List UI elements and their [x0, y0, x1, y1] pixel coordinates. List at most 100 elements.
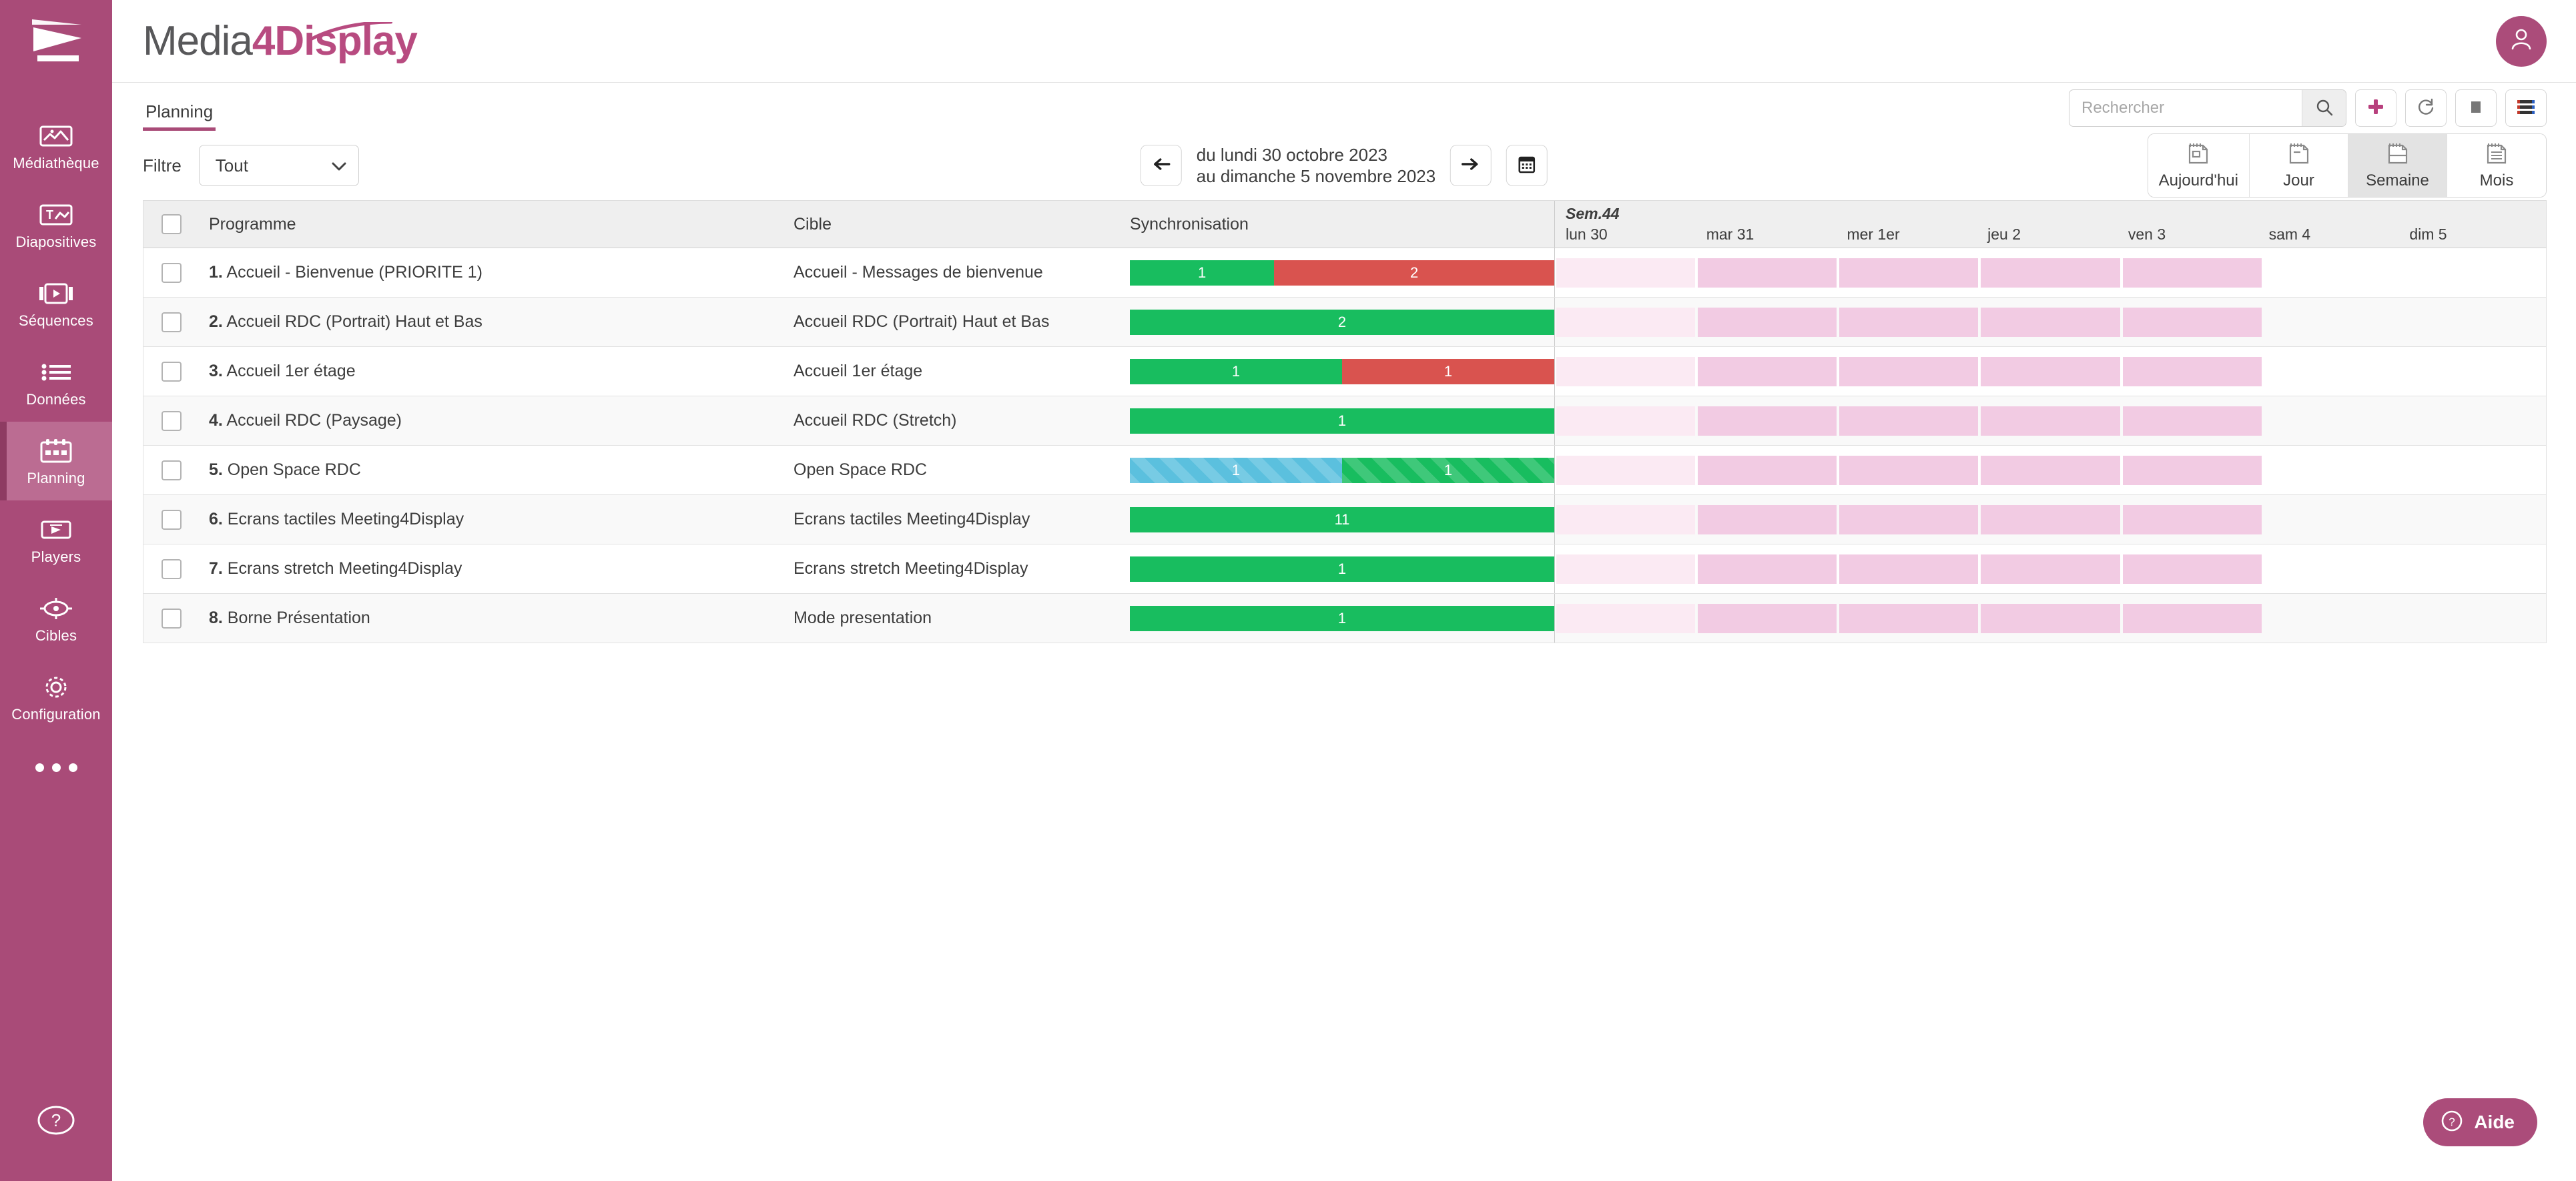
calendar-cell[interactable] [2263, 495, 2404, 544]
table-row[interactable]: 2. Accueil RDC (Portrait) Haut et Bas Acc… [143, 298, 2547, 347]
calendar-block[interactable] [1839, 554, 1979, 584]
calendar-cell[interactable] [2122, 347, 2263, 396]
table-row[interactable]: 1. Accueil - Bienvenue (PRIORITE 1) Accue… [143, 248, 2547, 298]
calendar-cell[interactable] [2122, 248, 2263, 297]
calendar-block[interactable] [1556, 504, 1696, 534]
row-checkbox[interactable] [162, 558, 182, 579]
view-today-button[interactable]: Aujourd'hui [2148, 134, 2250, 197]
calendar-block[interactable] [2122, 504, 2262, 534]
header-programme[interactable]: Programme [200, 201, 793, 248]
calendar-block[interactable] [2122, 603, 2262, 633]
calendar-block[interactable] [1981, 603, 2120, 633]
calendar-cell[interactable] [1979, 347, 2121, 396]
calendar-block[interactable] [1556, 258, 1696, 288]
calendar-cell[interactable] [2404, 248, 2546, 297]
calendar-cell[interactable] [2122, 396, 2263, 445]
calendar-cell[interactable] [1555, 347, 1696, 396]
calendar-block[interactable] [1556, 356, 1696, 386]
row-checkbox[interactable] [162, 410, 182, 431]
cell-cible[interactable]: Mode presentation [793, 594, 1120, 643]
calendar-block[interactable] [1981, 356, 2120, 386]
sidebar-item-mediatheque[interactable]: Médiathèque [0, 107, 112, 185]
calendar-cell[interactable] [1696, 544, 1838, 593]
cell-cible[interactable]: Ecrans tactiles Meeting4Display [793, 495, 1120, 544]
calendar-cell[interactable] [1838, 594, 1979, 643]
cell-programme[interactable]: 1. Accueil - Bienvenue (PRIORITE 1) [200, 248, 793, 297]
calendar-cell[interactable] [1555, 396, 1696, 445]
cell-cible[interactable]: Ecrans stretch Meeting4Display [793, 544, 1120, 593]
cell-cible[interactable]: Accueil 1er étage [793, 347, 1120, 396]
calendar-cell[interactable] [1838, 396, 1979, 445]
avatar[interactable] [2496, 15, 2547, 67]
calendar-cell[interactable] [2122, 594, 2263, 643]
calendar-block[interactable] [1698, 406, 1837, 436]
calendar-block[interactable] [2122, 258, 2262, 288]
calendar-cell[interactable] [1979, 495, 2121, 544]
view-week-button[interactable]: Semaine [2348, 134, 2447, 197]
calendar-cell[interactable] [2122, 298, 2263, 346]
calendar-block[interactable] [1839, 504, 1979, 534]
row-checkbox[interactable] [162, 361, 182, 382]
calendar-cell[interactable] [1979, 298, 2121, 346]
view-month-button[interactable]: Mois [2447, 134, 2546, 197]
calendar-cell[interactable] [1979, 396, 2121, 445]
calendar-cell[interactable] [1555, 248, 1696, 297]
calendar-block[interactable] [1839, 356, 1979, 386]
calendar-block[interactable] [1981, 504, 2120, 534]
calendar-cell[interactable] [1696, 248, 1838, 297]
calendar-block[interactable] [2122, 554, 2262, 584]
view-day-button[interactable]: Jour [2250, 134, 2348, 197]
sidebar-item-players[interactable]: Players [0, 500, 112, 579]
calendar-cell[interactable] [1838, 446, 1979, 494]
table-row[interactable]: 4. Accueil RDC (Paysage) Accueil RDC (Str… [143, 396, 2547, 446]
calendar-cell[interactable] [2263, 347, 2404, 396]
calendar-cell[interactable] [1696, 594, 1838, 643]
calendar-cell[interactable] [1696, 298, 1838, 346]
cell-programme[interactable]: 5. Open Space RDC [200, 446, 793, 494]
calendar-cell[interactable] [1696, 446, 1838, 494]
header-cible[interactable]: Cible [793, 201, 1120, 248]
calendar-cell[interactable] [2404, 544, 2546, 593]
cell-programme[interactable]: 3. Accueil 1er étage [200, 347, 793, 396]
calendar-cell[interactable] [2263, 396, 2404, 445]
table-row[interactable]: 5. Open Space RDC Open Space RDC 1 1 [143, 446, 2547, 495]
calendar-cell[interactable] [1838, 298, 1979, 346]
calendar-block[interactable] [1556, 406, 1696, 436]
cell-programme[interactable]: 7. Ecrans stretch Meeting4Display [200, 544, 793, 593]
calendar-block[interactable] [1556, 554, 1696, 584]
calendar-cell[interactable] [1555, 594, 1696, 643]
next-period-button[interactable] [1450, 145, 1492, 186]
filter-select[interactable]: Tout [198, 145, 359, 186]
header-synchronisation[interactable]: Synchronisation [1120, 201, 1554, 248]
calendar-block[interactable] [1839, 603, 1979, 633]
table-row[interactable]: 7. Ecrans stretch Meeting4Display Ecrans … [143, 544, 2547, 594]
table-row[interactable]: 8. Borne Présentation Mode presentation 1 [143, 594, 2547, 643]
calendar-block[interactable] [1839, 307, 1979, 337]
menu-button[interactable] [2505, 89, 2547, 127]
calendar-block[interactable] [1981, 258, 2120, 288]
search-input[interactable] [2069, 90, 2302, 126]
cell-programme[interactable]: 4. Accueil RDC (Paysage) [200, 396, 793, 445]
calendar-block[interactable] [1698, 455, 1837, 485]
search-button[interactable] [2302, 90, 2346, 126]
calendar-cell[interactable] [1555, 544, 1696, 593]
sidebar-help-button[interactable]: ? [37, 1101, 75, 1143]
refresh-button[interactable] [2405, 89, 2447, 127]
select-all-checkbox[interactable] [162, 214, 182, 234]
cell-cible[interactable]: Accueil RDC (Stretch) [793, 396, 1120, 445]
calendar-cell[interactable] [1838, 495, 1979, 544]
row-checkbox[interactable] [162, 460, 182, 480]
sidebar-item-configuration[interactable]: Configuration [0, 658, 112, 737]
row-checkbox[interactable] [162, 262, 182, 283]
calendar-block[interactable] [1698, 356, 1837, 386]
sidebar-item-planning[interactable]: Planning [0, 422, 112, 500]
cell-programme[interactable]: 8. Borne Présentation [200, 594, 793, 643]
calendar-block[interactable] [1839, 406, 1979, 436]
calendar-block[interactable] [1698, 504, 1837, 534]
calendar-block[interactable] [1981, 455, 2120, 485]
calendar-block[interactable] [2122, 455, 2262, 485]
calendar-cell[interactable] [1979, 446, 2121, 494]
calendar-block[interactable] [1839, 455, 1979, 485]
calendar-block[interactable] [1981, 554, 2120, 584]
calendar-cell[interactable] [1555, 446, 1696, 494]
